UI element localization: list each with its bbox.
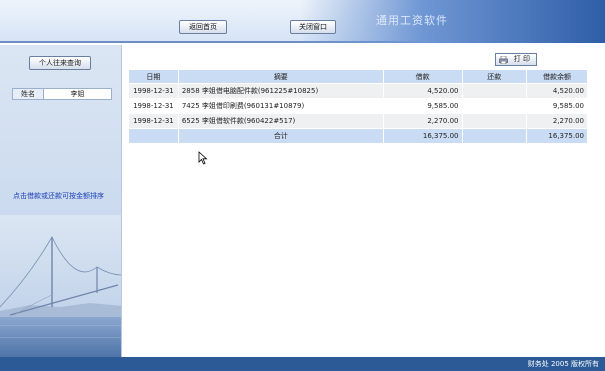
table-row: 1998-12-31 6525 李姐借软件款(960422#517) 2,270… — [129, 114, 587, 128]
mouse-cursor-icon — [198, 151, 208, 165]
top-header: 通用工资软件 返回首页 关闭窗口 — [0, 0, 605, 43]
row-date: 1998-12-31 — [129, 84, 178, 98]
personal-query-button[interactable]: 个人往来查询 — [29, 56, 91, 70]
copyright-text: 财务处 2005 版权所有 — [527, 360, 599, 368]
name-table: 姓名 李姐 — [12, 88, 112, 100]
app-title: 通用工资软件 — [376, 14, 448, 27]
row-balance: 4,520.00 — [527, 84, 587, 98]
name-value: 李姐 — [70, 90, 85, 98]
row-date: 1998-12-31 — [129, 114, 178, 128]
row-balance: 2,270.00 — [527, 114, 587, 128]
total-repay — [462, 129, 527, 143]
name-label: 姓名 — [13, 89, 44, 99]
ledger-table: 日期 摘要 借款 还款 借款余额 1998-12-31 2858 李姐借电脑配件… — [128, 69, 588, 144]
row-borrow: 9,585.00 — [383, 99, 462, 113]
col-summary-header: 摘要 — [178, 70, 383, 83]
row-repay — [462, 84, 527, 98]
print-button[interactable]: 打 印 — [495, 53, 537, 66]
table-row: 1998-12-31 7425 李姐借印刷费(960131#10879) 9,5… — [129, 99, 587, 113]
print-label: 打 印 — [513, 55, 530, 63]
row-date: 1998-12-31 — [129, 99, 178, 113]
row-borrow: 2,270.00 — [383, 114, 462, 128]
table-header-row: 日期 摘要 借款 还款 借款余额 — [129, 70, 587, 83]
sort-tip: 点击借款或还款可按金额排序 — [13, 192, 104, 200]
sidebar: 个人往来查询 姓名 李姐 点击借款或还款可按金额排序 — [0, 45, 122, 357]
total-borrow: 16,375.00 — [383, 129, 462, 143]
total-balance: 16,375.00 — [527, 129, 587, 143]
col-borrow-header[interactable]: 借款 — [383, 70, 462, 83]
row-borrow: 4,520.00 — [383, 84, 462, 98]
close-window-button[interactable]: 关闭窗口 — [290, 20, 336, 34]
row-summary: 2858 李姐借电脑配件款(961225#10825) — [178, 84, 383, 98]
row-repay — [462, 99, 527, 113]
row-balance: 9,585.00 — [527, 99, 587, 113]
printer-icon — [499, 56, 508, 64]
row-repay — [462, 114, 527, 128]
row-summary: 6525 李姐借软件款(960422#517) — [178, 114, 383, 128]
header-banner — [300, 0, 605, 43]
total-row: 合计 16,375.00 16,375.00 — [129, 129, 587, 143]
bridge-scene-image — [0, 215, 121, 357]
row-summary: 7425 李姐借印刷费(960131#10879) — [178, 99, 383, 113]
home-button[interactable]: 返回首页 — [179, 20, 227, 34]
col-date-header: 日期 — [129, 70, 178, 83]
col-balance-header: 借款余额 — [527, 70, 587, 83]
footer: 财务处 2005 版权所有 — [0, 357, 605, 371]
table-row: 1998-12-31 2858 李姐借电脑配件款(961225#10825) 4… — [129, 84, 587, 98]
total-label: 合计 — [178, 129, 383, 143]
col-repay-header[interactable]: 还款 — [462, 70, 527, 83]
